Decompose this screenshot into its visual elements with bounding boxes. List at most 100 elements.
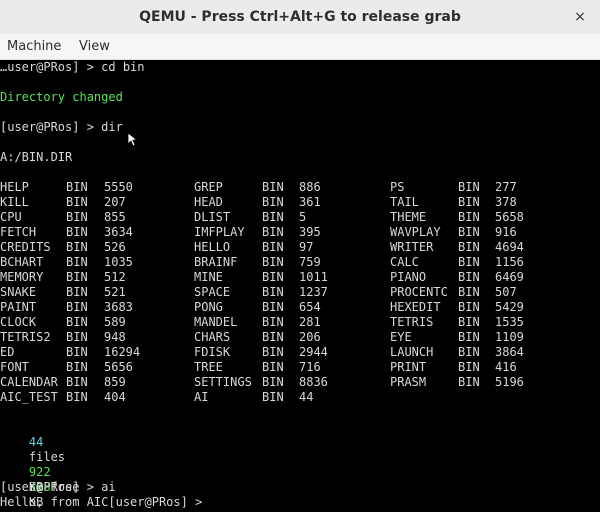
file-entry-ext: BIN: [66, 375, 88, 389]
file-entry-name: PAINT: [0, 300, 37, 314]
file-entry-name: PRASM: [390, 375, 427, 389]
file-entry-name: HELP: [0, 180, 29, 194]
file-entry-ext: BIN: [262, 375, 284, 389]
file-entry-name: DLIST: [194, 210, 231, 224]
window-titlebar[interactable]: QEMU - Press Ctrl+Alt+G to release grab …: [0, 0, 600, 35]
file-entry-ext: BIN: [458, 330, 480, 344]
file-entry-ext: BIN: [458, 210, 480, 224]
file-entry-size: 416: [495, 360, 517, 374]
file-entry-name: IMFPLAY: [194, 225, 245, 239]
file-entry-size: 361: [299, 195, 321, 209]
file-entry-size: 5196: [495, 375, 524, 389]
file-entry-ext: BIN: [66, 360, 88, 374]
file-entry-ext: BIN: [458, 300, 480, 314]
file-entry-name: THEME: [390, 210, 427, 224]
file-entry-ext: BIN: [66, 345, 88, 359]
file-entry-name: PRINT: [390, 360, 427, 374]
file-entry-ext: BIN: [66, 180, 88, 194]
file-entry-ext: BIN: [262, 285, 284, 299]
file-entry-size: 378: [495, 195, 517, 209]
file-entry-size: 206: [299, 330, 321, 344]
file-entry-size: 521: [104, 285, 126, 299]
terminal-screen[interactable]: …user@PRos] > cd bin Directory changed […: [0, 60, 600, 512]
file-entry-ext: BIN: [66, 255, 88, 269]
terminal-line-dir: [user@PRos] > dir: [0, 120, 123, 134]
menu-bar: Machine View: [0, 34, 600, 60]
file-entry-ext: BIN: [262, 195, 284, 209]
file-entry-name: CALENDAR: [0, 375, 58, 389]
file-entry-size: 3634: [104, 225, 133, 239]
file-entry-ext: BIN: [458, 225, 480, 239]
window-title: QEMU - Press Ctrl+Alt+G to release grab: [139, 9, 461, 25]
file-entry-name: AI: [194, 390, 209, 404]
file-entry-size: 589: [104, 315, 126, 329]
file-entry-size: 512: [104, 270, 126, 284]
file-entry-size: 1535: [495, 315, 524, 329]
file-entry-size: 948: [104, 330, 126, 344]
directory-changed-message: Directory changed: [0, 90, 123, 104]
file-entry-size: 6469: [495, 270, 524, 284]
file-entry-ext: BIN: [66, 390, 88, 404]
file-entry-ext: BIN: [262, 225, 284, 239]
file-entry-size: 654: [299, 300, 321, 314]
file-entry-size: 716: [299, 360, 321, 374]
file-entry-name: WAVPLAY: [390, 225, 441, 239]
terminal-line-cd: …user@PRos] > cd bin: [0, 60, 145, 74]
file-entry-size: 16294: [104, 345, 141, 359]
file-entry-size: 1035: [104, 255, 133, 269]
file-entry-ext: BIN: [66, 315, 88, 329]
file-entry-ext: BIN: [66, 225, 88, 239]
files-summary: 44 files 518 KB: [0, 420, 65, 509]
file-entry-ext: BIN: [262, 345, 284, 359]
file-entry-name: PONG: [194, 300, 223, 314]
file-entry-name: TETRIS: [390, 315, 434, 329]
file-entry-name: HEXEDIT: [390, 300, 441, 314]
file-entry-size: 3683: [104, 300, 133, 314]
file-entry-name: GREP: [194, 180, 223, 194]
file-entry-ext: BIN: [66, 210, 88, 224]
file-entry-name: FDISK: [194, 345, 231, 359]
file-entry-size: 886: [299, 180, 321, 194]
file-entry-name: CHARS: [194, 330, 231, 344]
file-entry-ext: BIN: [458, 270, 480, 284]
file-entry-name: TAIL: [390, 195, 419, 209]
close-icon[interactable]: ×: [568, 5, 592, 29]
file-entry-name: AIC_TEST: [0, 390, 58, 404]
file-entry-ext: BIN: [458, 360, 480, 374]
file-entry-name: PROCENTC: [390, 285, 448, 299]
file-entry-name: BCHART: [0, 255, 44, 269]
menu-view[interactable]: View: [79, 34, 110, 59]
menu-machine[interactable]: Machine: [7, 34, 61, 59]
file-entry-size: 281: [299, 315, 321, 329]
file-entry-size: 5656: [104, 360, 133, 374]
file-entry-size: 404: [104, 390, 126, 404]
file-entry-size: 5550: [104, 180, 133, 194]
file-entry-ext: BIN: [458, 255, 480, 269]
file-entry-ext: BIN: [262, 390, 284, 404]
file-entry-ext: BIN: [66, 270, 88, 284]
file-entry-size: 8836: [299, 375, 328, 389]
file-entry-size: 1237: [299, 285, 328, 299]
file-entry-ext: BIN: [458, 375, 480, 389]
file-entry-size: 5: [299, 210, 307, 224]
file-entry-name: MEMORY: [0, 270, 44, 284]
file-entry-size: 277: [495, 180, 517, 194]
file-entry-name: EYE: [390, 330, 412, 344]
file-entry-ext: BIN: [66, 240, 88, 254]
file-entry-ext: BIN: [458, 285, 480, 299]
file-entry-name: PS: [390, 180, 405, 194]
directory-path: A:/BIN.DIR: [0, 150, 73, 164]
free-space: 922 KB free: [0, 450, 80, 494]
file-entry-size: 1109: [495, 330, 524, 344]
file-entry-name: SPACE: [194, 285, 231, 299]
file-entry-name: KILL: [0, 195, 29, 209]
file-entry-ext: BIN: [458, 315, 480, 329]
file-entry-ext: BIN: [262, 210, 284, 224]
file-entry-ext: BIN: [458, 180, 480, 194]
file-entry-ext: BIN: [262, 240, 284, 254]
file-entry-ext: BIN: [66, 195, 88, 209]
file-entry-ext: BIN: [262, 180, 284, 194]
file-entry-name: FONT: [0, 360, 29, 374]
file-entry-ext: BIN: [66, 300, 88, 314]
file-entry-size: 855: [104, 210, 126, 224]
